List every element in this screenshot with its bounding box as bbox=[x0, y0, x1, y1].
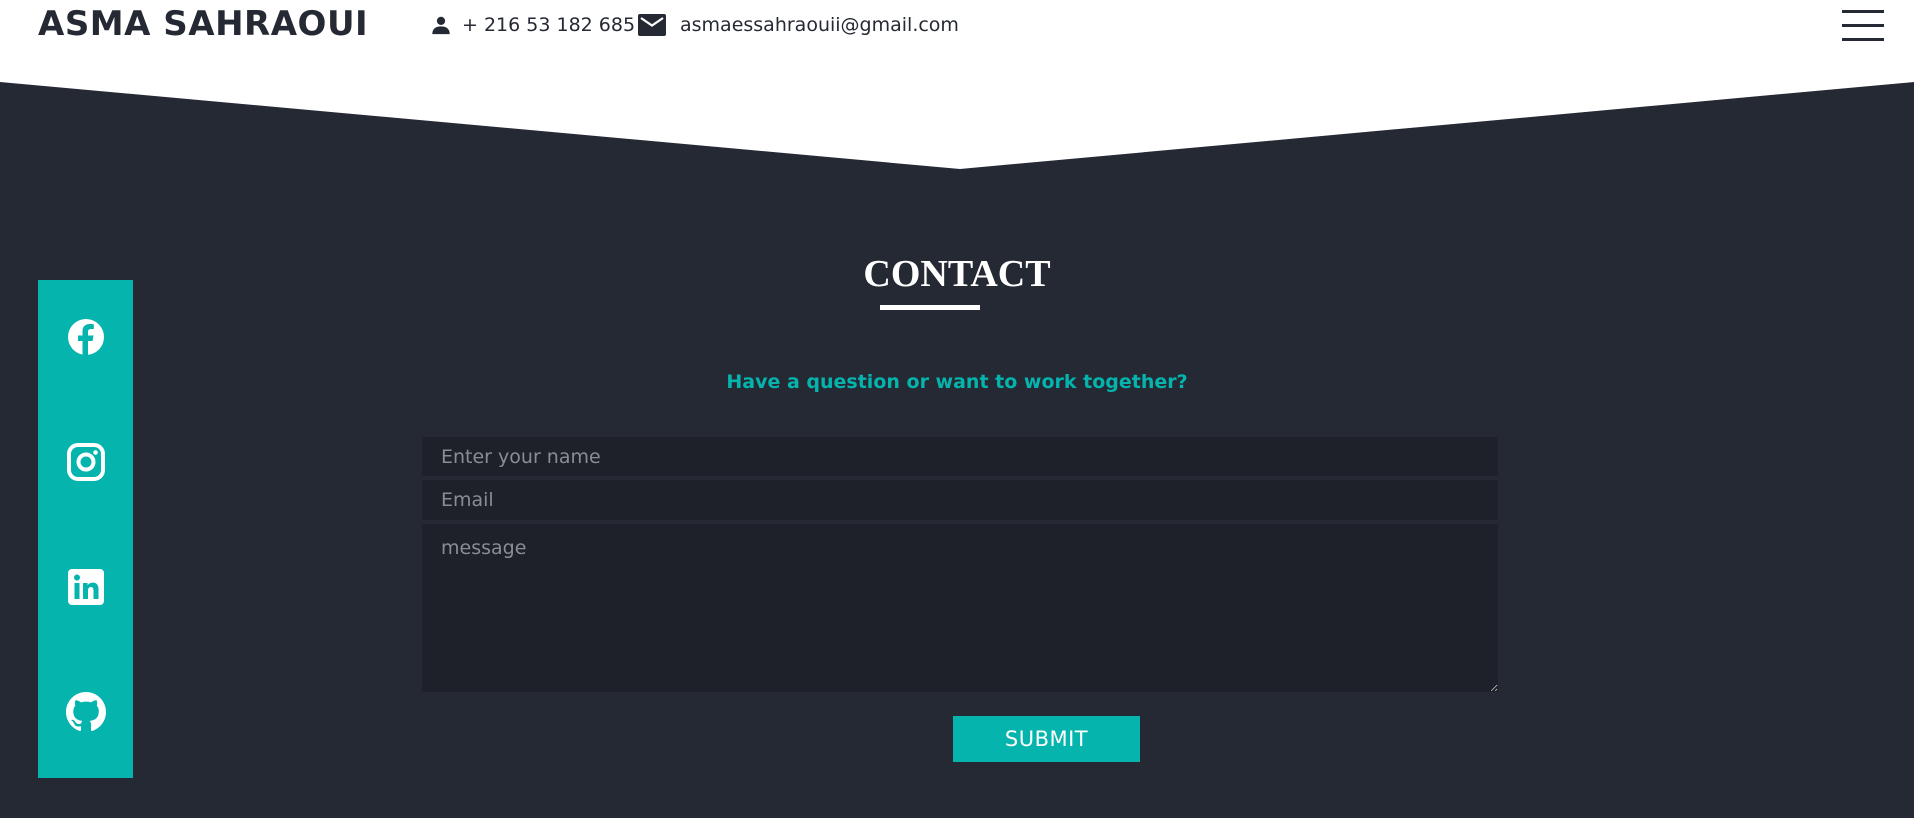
instagram-link[interactable] bbox=[66, 442, 106, 482]
email-contact: asmaessahraouii@gmail.com bbox=[638, 14, 959, 36]
top-header: ASMA SAHRAOUI + 216 53 182 685 asmaessah… bbox=[0, 0, 1914, 82]
mail-icon bbox=[638, 14, 666, 36]
brand-name[interactable]: ASMA SAHRAOUI bbox=[38, 4, 368, 44]
linkedin-icon bbox=[68, 569, 104, 605]
section-subtitle: Have a question or want to work together… bbox=[726, 371, 1188, 393]
menu-line bbox=[1842, 24, 1884, 27]
github-link[interactable] bbox=[66, 692, 106, 732]
menu-line bbox=[1842, 38, 1884, 41]
phone-contact: + 216 53 182 685 bbox=[430, 14, 635, 36]
header-chevron-divider bbox=[0, 80, 1914, 169]
linkedin-link[interactable] bbox=[66, 567, 106, 607]
section-title: CONTACT bbox=[863, 253, 1051, 295]
email-input[interactable] bbox=[422, 480, 1498, 520]
submit-button[interactable]: SUBMIT bbox=[953, 716, 1140, 762]
menu-line bbox=[1842, 10, 1884, 13]
facebook-icon bbox=[68, 319, 104, 355]
hamburger-menu-button[interactable] bbox=[1842, 10, 1884, 44]
instagram-icon bbox=[67, 443, 105, 481]
facebook-link[interactable] bbox=[66, 317, 106, 357]
name-input[interactable] bbox=[422, 437, 1498, 476]
email-address[interactable]: asmaessahraouii@gmail.com bbox=[680, 14, 959, 36]
phone-number[interactable]: + 216 53 182 685 bbox=[462, 14, 635, 36]
github-icon bbox=[66, 692, 106, 732]
title-underline bbox=[880, 305, 980, 310]
message-textarea[interactable] bbox=[422, 524, 1498, 692]
person-icon bbox=[432, 16, 450, 35]
social-sidebar bbox=[38, 280, 133, 778]
